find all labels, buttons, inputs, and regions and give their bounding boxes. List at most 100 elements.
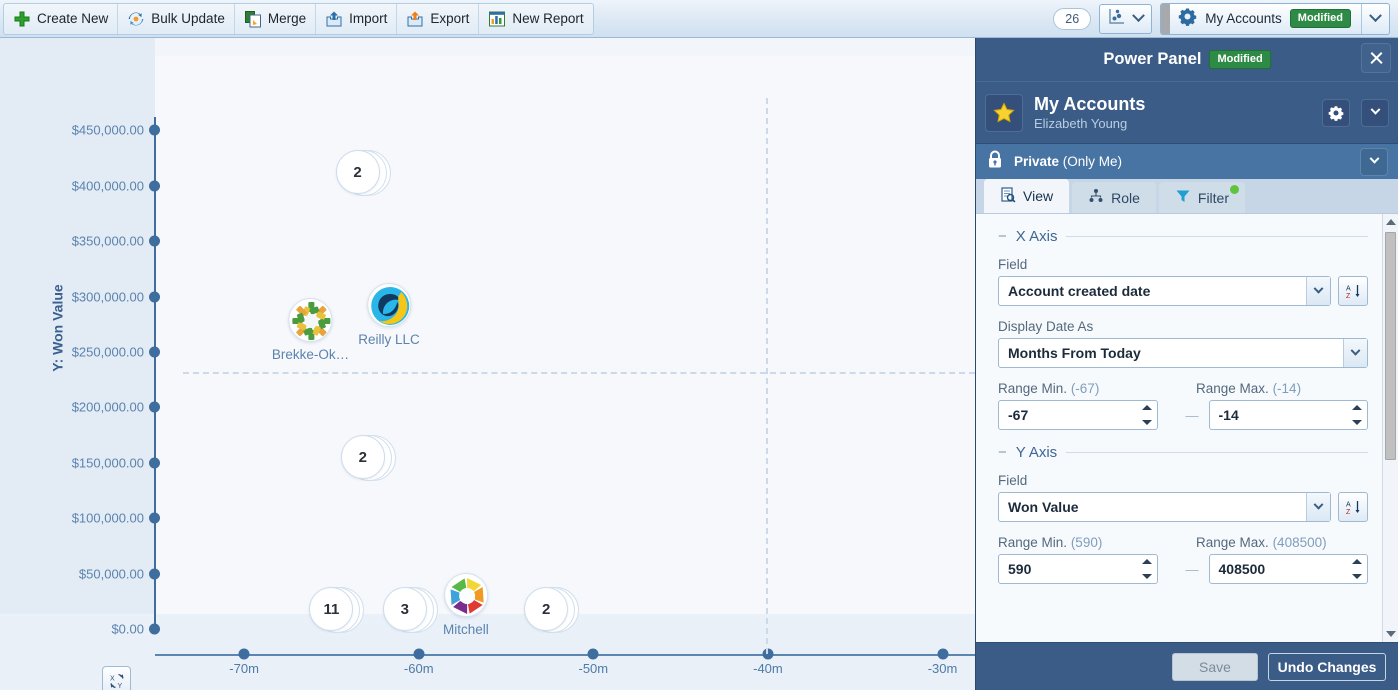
y-axis-tick-dot	[149, 180, 160, 191]
reilly-logo[interactable]	[367, 283, 411, 327]
mitchell-logo[interactable]	[444, 573, 488, 617]
y-axis-line	[154, 117, 156, 629]
view-selector-main[interactable]: My Accounts Modified	[1170, 4, 1361, 34]
account-node-inner[interactable]: Reilly LLC	[358, 283, 420, 347]
view-selector[interactable]: My Accounts Modified	[1160, 3, 1390, 35]
cluster-bubble[interactable]: 3	[383, 587, 427, 631]
cluster-bubble[interactable]: 2	[336, 150, 380, 194]
cluster-stack[interactable]: 2	[336, 150, 380, 194]
collapse-icon[interactable]: −	[998, 229, 1007, 244]
x-field-chevron-down-icon[interactable]	[1306, 277, 1330, 305]
x-display-select[interactable]: Months From Today	[998, 338, 1368, 368]
cluster-stack[interactable]: 3	[383, 587, 427, 631]
account-node[interactable]: Reilly LLC	[358, 283, 420, 347]
tab-filter[interactable]: Filter	[1159, 182, 1245, 213]
cluster-stack[interactable]: 11	[309, 587, 353, 631]
y-axis-tick-dot	[149, 402, 160, 413]
y-axis-tick-dot	[149, 236, 160, 247]
privacy-label: Private (Only Me)	[1014, 154, 1350, 169]
close-icon[interactable]	[1361, 43, 1391, 73]
account-node-inner[interactable]: Brekke-Ok…	[272, 298, 349, 362]
y-range-max-label: Range Max. (408500)	[1196, 535, 1366, 550]
bulk-update-button[interactable]: Bulk Update	[118, 4, 235, 34]
scatter-chart[interactable]: Y: Won Value $0.00$50,000.00$100,000.00$…	[0, 38, 975, 690]
import-button[interactable]: Import	[316, 4, 397, 34]
x-field-select[interactable]: Account created date	[998, 276, 1331, 306]
merge-button[interactable]: Merge	[235, 4, 316, 34]
x-range-min-stepper[interactable]	[1142, 405, 1152, 425]
account-node[interactable]: Brekke-Ok…	[272, 298, 349, 362]
chart-type-button[interactable]	[1099, 4, 1152, 34]
svg-text:Z: Z	[1346, 509, 1351, 516]
privacy-chevron-down-icon[interactable]	[1360, 148, 1388, 176]
y-range-min-input[interactable]: 590	[998, 554, 1158, 584]
x-axis-tick-dot	[588, 649, 599, 660]
panel-settings-gear-icon[interactable]	[1322, 99, 1350, 127]
y-axis-section-header[interactable]: − Y Axis	[998, 444, 1368, 461]
cluster-stack[interactable]: 2	[341, 435, 385, 479]
y-field-chevron-down-icon[interactable]	[1306, 493, 1330, 521]
collapse-icon[interactable]: −	[998, 445, 1007, 460]
cluster-bubble[interactable]: 2	[341, 435, 385, 479]
y-field-select[interactable]: Won Value	[998, 492, 1331, 522]
save-button[interactable]: Save	[1172, 653, 1258, 681]
scrollbar-thumb[interactable]	[1385, 232, 1396, 460]
import-icon	[325, 10, 343, 28]
cluster-bubble[interactable]: 2	[524, 587, 568, 631]
panel-view-chevron-down-icon[interactable]	[1361, 99, 1389, 127]
y-axis-tick-label: $400,000.00	[0, 178, 144, 193]
view-drag-handle[interactable]	[1161, 4, 1170, 34]
favorite-star-icon[interactable]	[985, 94, 1023, 132]
x-range-max-stepper[interactable]	[1352, 405, 1362, 425]
new-report-button[interactable]: New Report	[479, 4, 592, 34]
account-node-label: Mitchell	[443, 622, 489, 637]
undo-changes-button[interactable]: Undo Changes	[1268, 653, 1386, 681]
y-field-sort-button[interactable]: A Z	[1338, 492, 1368, 522]
record-count-badge: 26	[1053, 8, 1091, 30]
panel-scrollbar[interactable]	[1382, 214, 1398, 642]
y-axis-tick-dot	[149, 125, 160, 136]
y-axis-tick-label: $0.00	[0, 622, 144, 637]
view-selector-chevron[interactable]	[1361, 4, 1389, 34]
y-range-max-stepper[interactable]	[1352, 559, 1362, 579]
y-field-value: Won Value	[1008, 499, 1079, 515]
x-axis-section-header[interactable]: − X Axis	[998, 228, 1368, 245]
y-range-min-text: Range Min.	[998, 535, 1067, 550]
y-axis-tick-label: $350,000.00	[0, 234, 144, 249]
y-axis-tick-dot	[149, 624, 160, 635]
x-axis-tick-dot	[937, 649, 948, 660]
x-field-sort-button[interactable]: A Z	[1338, 276, 1368, 306]
gear-icon	[1178, 7, 1197, 31]
cluster-stack[interactable]: 2	[524, 587, 568, 631]
x-field-label: Field	[998, 257, 1368, 272]
account-node-label: Brekke-Ok…	[272, 347, 349, 362]
brekke-logo[interactable]	[288, 298, 332, 342]
account-node[interactable]: Mitchell	[443, 573, 489, 637]
swap-xy-icon[interactable]: X Y	[102, 666, 131, 690]
x-display-chevron-down-icon[interactable]	[1343, 339, 1367, 367]
x-display-label: Display Date As	[998, 319, 1368, 334]
create-new-button[interactable]: Create New	[4, 4, 118, 34]
org-chart-icon	[1088, 188, 1104, 207]
y-range-max-input[interactable]: 408500	[1209, 554, 1369, 584]
svg-text:Y: Y	[117, 683, 122, 690]
chevron-down-icon	[1369, 9, 1382, 22]
tab-role[interactable]: Role	[1072, 182, 1156, 213]
scroll-up-icon[interactable]	[1383, 214, 1398, 230]
import-label: Import	[349, 11, 387, 26]
y-range-min-stepper[interactable]	[1142, 559, 1152, 579]
export-icon	[406, 10, 424, 28]
export-button[interactable]: Export	[397, 4, 479, 34]
x-range-max-input[interactable]: -14	[1209, 400, 1369, 430]
panel-privacy-row[interactable]: Private (Only Me)	[976, 143, 1398, 179]
y-axis-tick-dot	[149, 457, 160, 468]
scroll-down-icon[interactable]	[1383, 626, 1398, 642]
tab-view[interactable]: View	[984, 179, 1069, 213]
cluster-bubble[interactable]: 11	[309, 587, 353, 631]
account-node-inner[interactable]: Mitchell	[443, 573, 489, 637]
svg-text:A: A	[1346, 285, 1351, 292]
x-range-max-hint: (-14)	[1273, 381, 1302, 396]
chart-type-chevron-down-icon	[1132, 9, 1145, 22]
x-range-min-value: -67	[1008, 407, 1028, 423]
x-range-min-input[interactable]: -67	[998, 400, 1158, 430]
